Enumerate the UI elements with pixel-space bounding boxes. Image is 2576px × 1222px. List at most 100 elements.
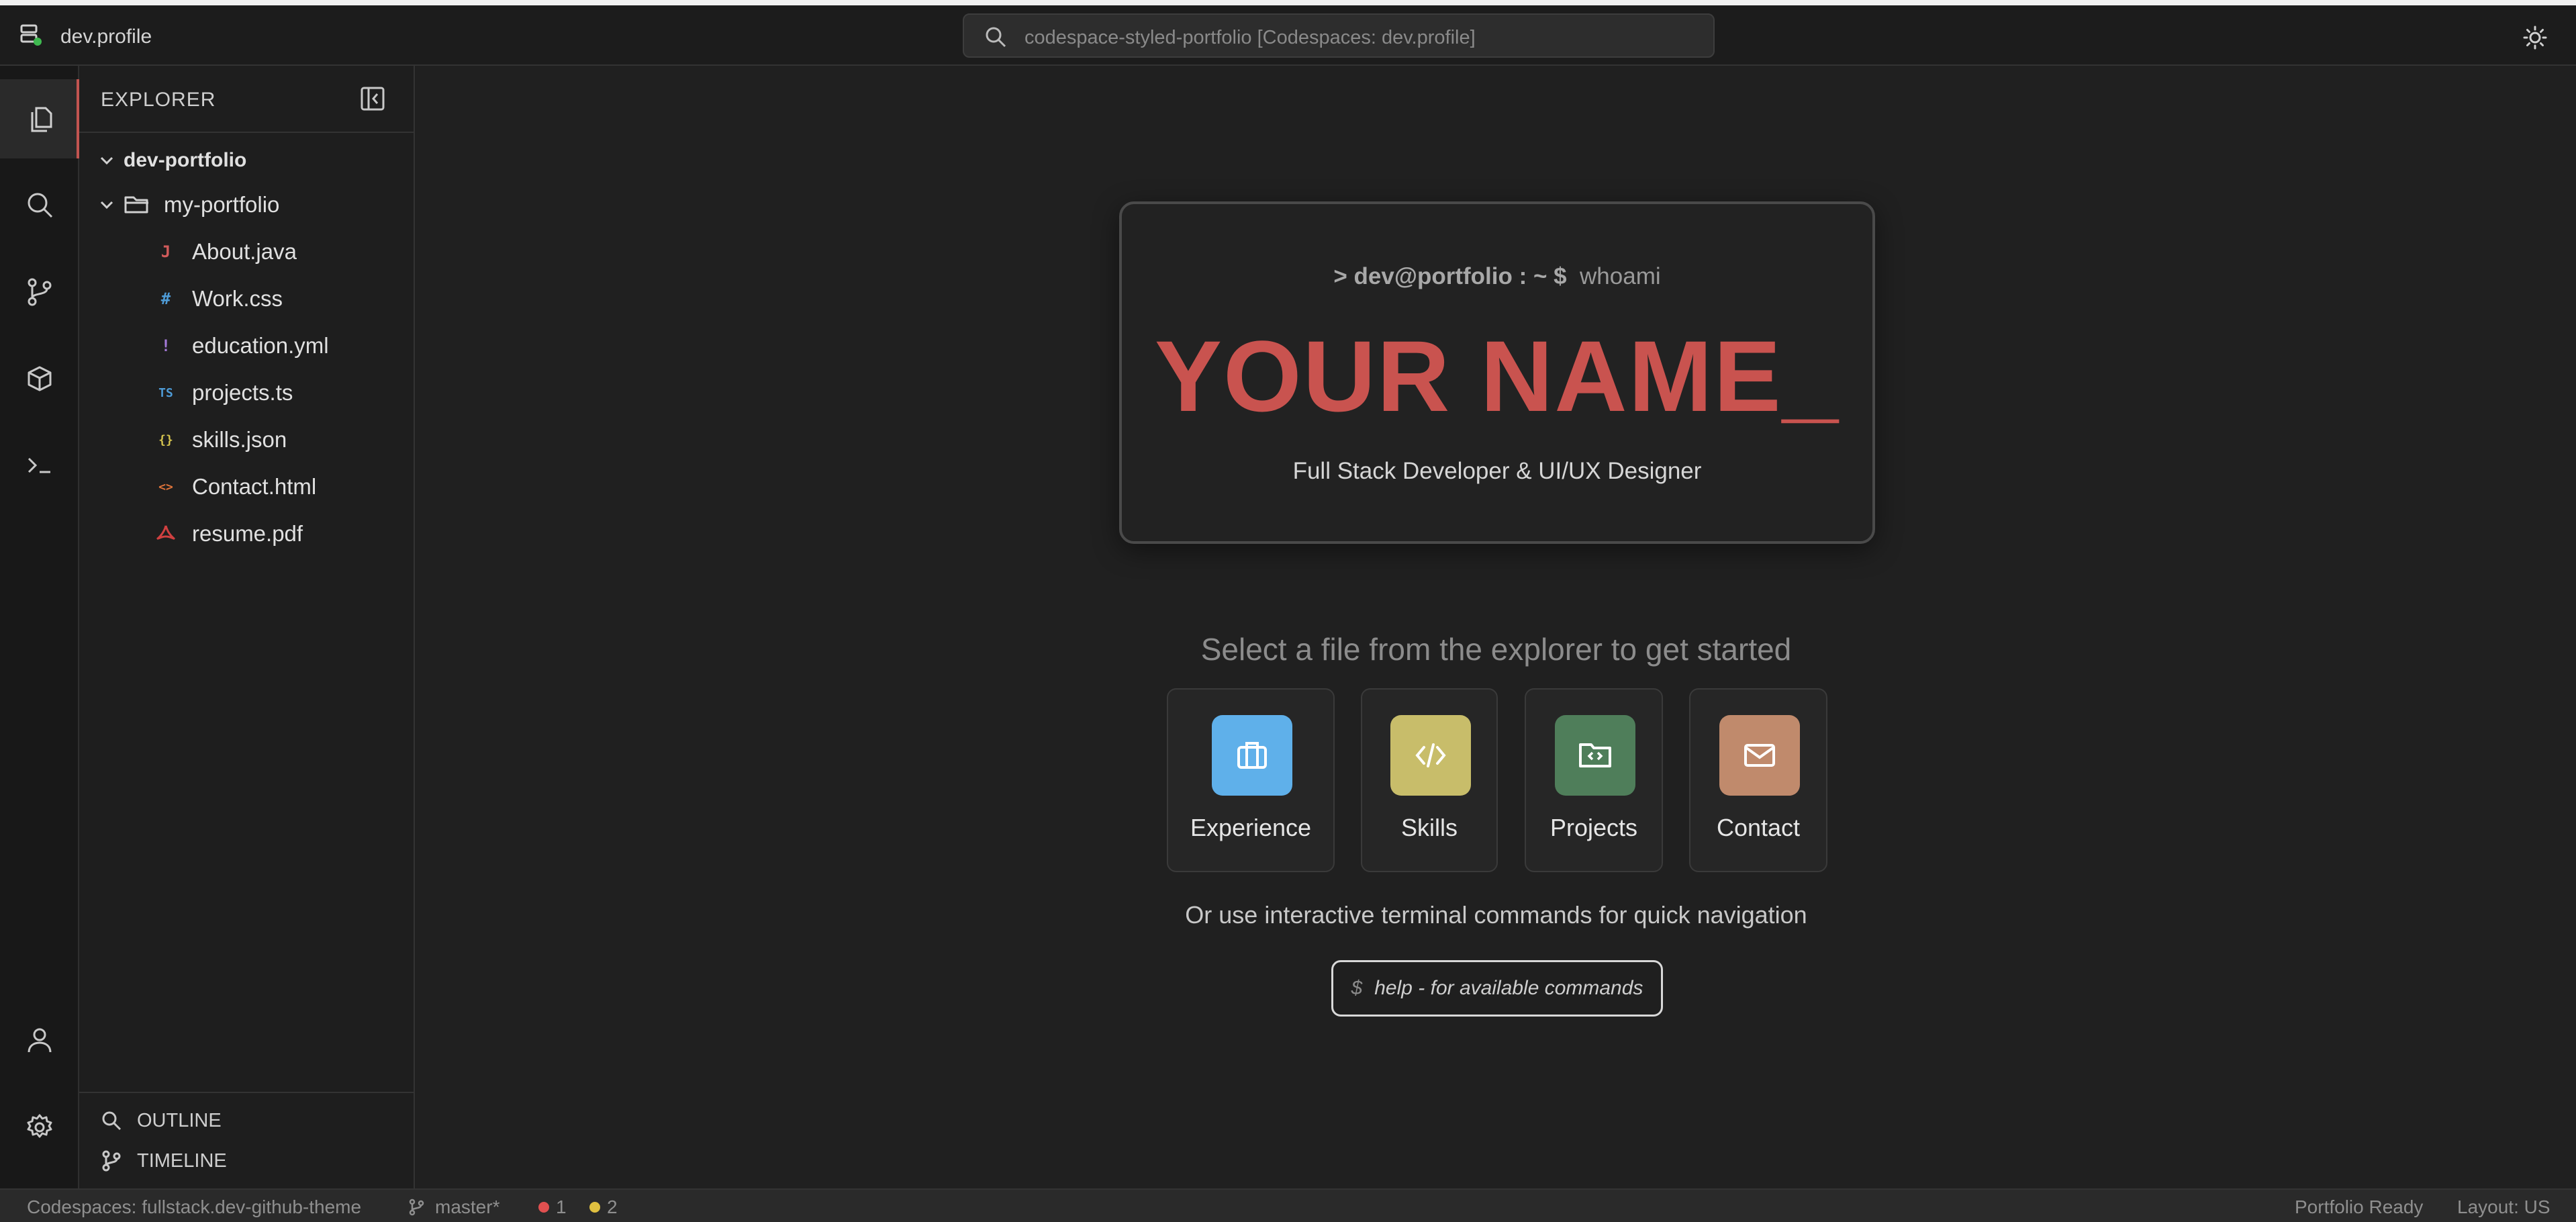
branch-icon	[409, 1198, 424, 1216]
file-contact-html[interactable]: <> Contact.html	[79, 463, 415, 510]
file-label: Contact.html	[192, 474, 317, 499]
java-file-icon: J	[160, 242, 171, 261]
activity-search[interactable]	[0, 165, 79, 244]
search-icon	[28, 193, 53, 218]
tree-root-label: dev-portfolio	[124, 149, 247, 171]
file-label: resume.pdf	[192, 521, 303, 546]
sidebar-bottom-panels: OUTLINE TIMELINE	[79, 1092, 415, 1188]
source-control-icon	[28, 278, 52, 306]
files-icon	[31, 107, 52, 132]
error-dot-icon	[538, 1202, 549, 1213]
mail-icon	[1719, 715, 1800, 796]
card-label: Projects	[1549, 814, 1638, 841]
status-warnings[interactable]: 2	[589, 1196, 618, 1218]
activity-explorer[interactable]	[0, 79, 81, 158]
card-label: Contact	[1716, 814, 1801, 841]
chevron-down-icon	[100, 201, 113, 209]
yaml-file-icon: !	[160, 336, 171, 355]
welcome-main-area: > dev@portfolio : ~ $ whoami YOUR NAME_ …	[416, 66, 2576, 1188]
error-count: 1	[556, 1196, 567, 1217]
card-skills[interactable]: Skills	[1361, 688, 1498, 872]
dollar-prompt: $	[1351, 977, 1363, 999]
activity-terminal[interactable]	[0, 426, 79, 505]
activity-bar	[0, 66, 81, 1188]
file-label: projects.ts	[192, 380, 293, 405]
search-placeholder: codespace-styled-portfolio [Codespaces: …	[1024, 27, 1476, 48]
file-projects-ts[interactable]: TS projects.ts	[79, 369, 415, 416]
typescript-file-icon: TS	[158, 385, 173, 400]
codespace-icon[interactable]	[19, 23, 43, 47]
folder-code-icon	[1555, 715, 1635, 796]
command-search-box[interactable]: codespace-styled-portfolio [Codespaces: …	[963, 13, 1715, 58]
timeline-label: TIMELINE	[137, 1149, 227, 1172]
status-codespace[interactable]: Codespaces: fullstack.dev-github-theme	[27, 1196, 361, 1218]
layout-label: Layout: US	[2457, 1196, 2550, 1217]
card-label: Skills	[1400, 814, 1458, 841]
branch-name: master*	[435, 1196, 500, 1217]
ready-label: Portfolio Ready	[2295, 1196, 2424, 1217]
select-file-message: Select a file from the explorer to get s…	[1200, 632, 1792, 667]
tree-folder-my-portfolio[interactable]: my-portfolio	[79, 181, 415, 228]
json-file-icon: {}	[158, 432, 173, 447]
hero-card: > dev@portfolio : ~ $ whoami YOUR NAME_ …	[1119, 201, 1875, 544]
activity-source-control[interactable]	[0, 252, 79, 332]
status-branch[interactable]: master*	[407, 1196, 499, 1218]
collapse-panel-icon[interactable]	[360, 86, 385, 111]
card-projects[interactable]: Projects	[1525, 688, 1663, 872]
html-file-icon: <>	[158, 479, 173, 494]
search-icon	[102, 1111, 122, 1131]
terminal-hint-text: Or use interactive terminal commands for…	[1185, 901, 1807, 929]
profile-role: Full Stack Developer & UI/UX Designer	[1292, 458, 1702, 484]
file-about-java[interactable]: J About.java	[79, 228, 415, 275]
activity-account[interactable]	[0, 1000, 79, 1080]
file-skills-json[interactable]: {} skills.json	[79, 416, 415, 463]
help-command-text: help - for available commands	[1374, 977, 1643, 999]
file-education-yml[interactable]: ! education.yml	[79, 322, 415, 369]
explorer-sidebar: EXPLORER dev-portfolio my-portfolio J Ab…	[79, 66, 415, 1188]
file-label: Work.css	[192, 286, 283, 311]
status-errors[interactable]: 1	[538, 1196, 567, 1218]
status-bar: Codespaces: fullstack.dev-github-theme m…	[0, 1188, 2576, 1222]
explorer-title: EXPLORER	[101, 89, 216, 111]
prompt-user: > dev@portfolio : ~ $	[1333, 263, 1567, 289]
codespace-label: Codespaces: fullstack.dev-github-theme	[27, 1196, 362, 1217]
profile-name: YOUR NAME_	[1154, 320, 1840, 432]
extensions-icon	[28, 366, 52, 391]
outline-panel-toggle[interactable]: OUTLINE	[101, 1104, 222, 1137]
activity-extensions[interactable]	[0, 340, 79, 419]
file-resume-pdf[interactable]: resume.pdf	[79, 510, 415, 557]
timeline-panel-toggle[interactable]: TIMELINE	[101, 1144, 227, 1178]
prompt-command: whoami	[1580, 263, 1661, 289]
card-label: Experience	[1190, 814, 1312, 841]
card-experience[interactable]: Experience	[1167, 688, 1335, 872]
warning-dot-icon	[589, 1202, 600, 1213]
pdf-file-icon	[156, 525, 175, 540]
status-layout[interactable]: Layout: US	[2457, 1196, 2550, 1218]
terminal-prompt: > dev@portfolio : ~ $ whoami	[1122, 263, 1872, 290]
terminal-icon	[28, 457, 50, 473]
explorer-header: EXPLORER	[79, 66, 415, 133]
file-label: About.java	[192, 239, 297, 264]
account-icon	[28, 1028, 52, 1053]
card-contact[interactable]: Contact	[1689, 688, 1827, 872]
settings-icon	[27, 1114, 52, 1138]
code-icon	[1390, 715, 1471, 796]
briefcase-icon	[1212, 715, 1292, 796]
activity-settings[interactable]	[0, 1088, 79, 1167]
folder-open-icon	[124, 196, 148, 214]
css-file-icon: #	[160, 289, 171, 308]
app-title: dev.profile	[60, 26, 152, 48]
file-label: education.yml	[192, 333, 329, 358]
theme-toggle-sun-icon[interactable]	[2523, 26, 2547, 50]
search-icon	[986, 27, 1006, 48]
file-work-css[interactable]: # Work.css	[79, 275, 415, 322]
tree-folder-label: my-portfolio	[164, 192, 280, 217]
chevron-down-icon	[100, 156, 113, 165]
help-command-button[interactable]: $ help - for available commands	[1331, 960, 1663, 1017]
tree-root-dev-portfolio[interactable]: dev-portfolio	[79, 137, 415, 184]
timeline-branch-icon	[102, 1150, 121, 1172]
title-bar: dev.profile codespace-styled-portfolio […	[0, 0, 2576, 66]
outline-label: OUTLINE	[137, 1109, 222, 1131]
file-label: skills.json	[192, 427, 287, 452]
warning-count: 2	[607, 1196, 618, 1217]
